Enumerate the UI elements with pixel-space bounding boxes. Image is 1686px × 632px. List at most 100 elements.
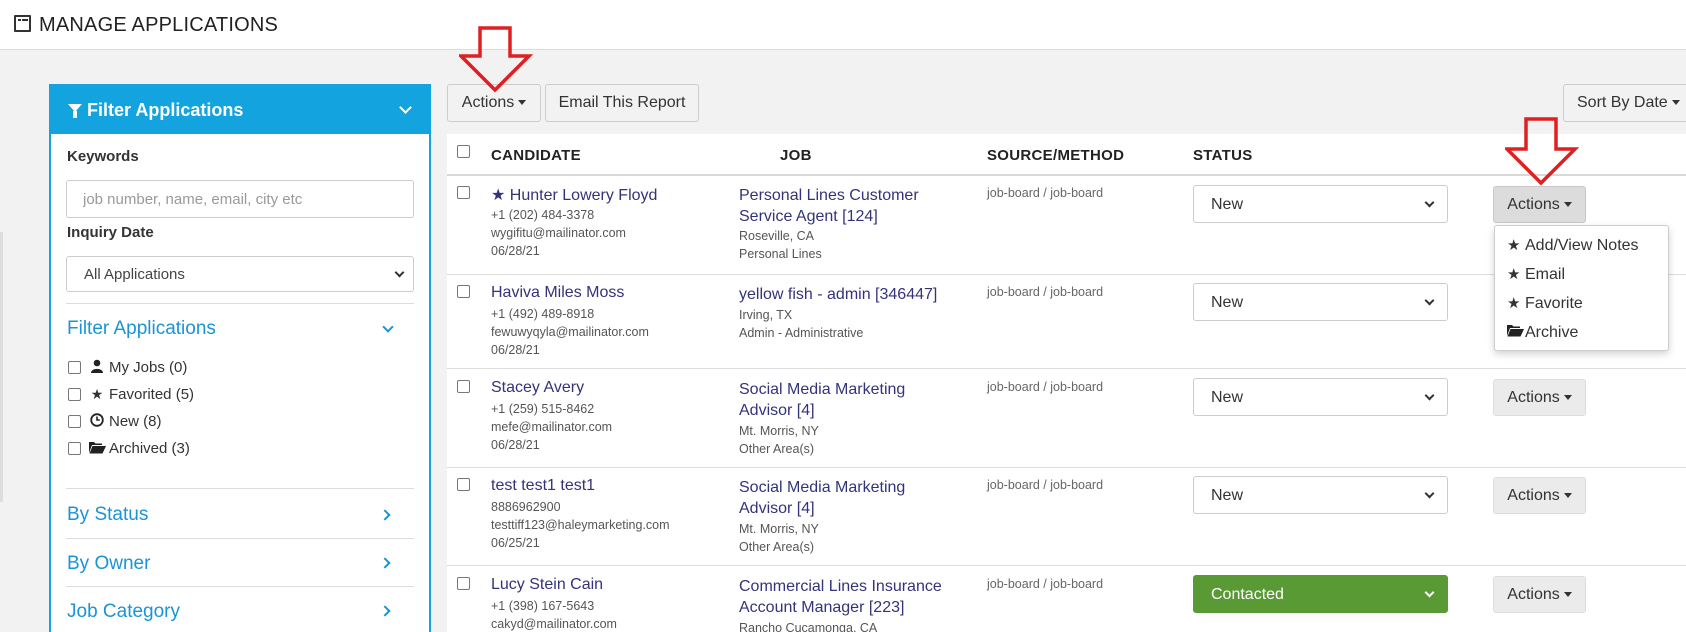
row-checkbox[interactable]	[457, 577, 470, 590]
email-report-button[interactable]: Email This Report	[545, 84, 699, 122]
chevron-down-icon	[1424, 295, 1435, 306]
menu-item-notes[interactable]: ★ Add/View Notes	[1507, 236, 1639, 255]
menu-item-label: Email	[1525, 266, 1566, 283]
status-value: New	[1211, 487, 1244, 504]
filter-sidebar: Filter Applications Keywords Inquiry Dat…	[49, 84, 431, 632]
job-category: Other Area(s)	[739, 540, 815, 554]
row-checkbox[interactable]	[457, 478, 470, 491]
row-checkbox[interactable]	[457, 186, 470, 199]
menu-item-favorite[interactable]: ★ Favorite	[1507, 294, 1583, 313]
job-link[interactable]: Commercial Lines Insurance Account Manag…	[739, 576, 969, 618]
my-jobs-checkbox[interactable]	[68, 360, 81, 374]
candidate-email: cakyd@mailinator.com	[491, 617, 617, 631]
application-date: 06/28/21	[491, 343, 540, 357]
row-actions-button[interactable]: Actions	[1493, 576, 1586, 613]
chevron-down-icon[interactable]	[382, 321, 394, 333]
row-actions-label: Actions	[1507, 586, 1560, 603]
menu-item-label: Archive	[1525, 324, 1579, 341]
column-header-job: JOB	[780, 147, 812, 164]
row-actions-label: Actions	[1507, 487, 1560, 504]
filter-new[interactable]: New (8)	[68, 411, 162, 431]
keywords-label: Keywords	[67, 148, 139, 165]
star-icon: ★	[1507, 266, 1521, 283]
filter-panel-title: Filter Applications	[87, 100, 244, 120]
candidate-name-link[interactable]: ★ Hunter Lowery Floyd	[491, 185, 657, 205]
job-category-section[interactable]: Job Category	[67, 601, 180, 623]
list-icon	[14, 15, 31, 32]
job-category: Other Area(s)	[739, 442, 815, 456]
column-header-candidate: CANDIDATE	[491, 147, 581, 164]
status-select[interactable]: New	[1193, 476, 1448, 514]
folder-open-icon	[89, 440, 106, 457]
status-value: Contacted	[1211, 586, 1284, 603]
by-status-section[interactable]: By Status	[67, 504, 148, 526]
job-location: Rancho Cucamonga, CA	[739, 621, 878, 632]
candidate-name-link[interactable]: Haviva Miles Moss	[491, 284, 624, 302]
filter-my-jobs[interactable]: My Jobs (0)	[68, 357, 187, 377]
chevron-right-icon[interactable]	[379, 605, 391, 617]
job-location: Mt. Morris, NY	[739, 522, 819, 536]
candidate-phone: 8886962900	[491, 500, 561, 514]
row-actions-button[interactable]: Actions	[1493, 379, 1586, 416]
row-checkbox[interactable]	[457, 380, 470, 393]
star-icon: ★	[1507, 295, 1521, 312]
filter-archived[interactable]: Archived (3)	[68, 438, 190, 458]
row-actions-menu: ★ Add/View Notes ★ Email ★ Favorite Archive	[1494, 225, 1669, 351]
chevron-down-icon	[1424, 488, 1435, 499]
candidate-name: Hunter Lowery Floyd	[509, 187, 658, 204]
job-link[interactable]: Social Media Marketing Advisor [4]	[739, 477, 929, 519]
job-category: Personal Lines	[739, 247, 822, 261]
row-actions-button[interactable]: Actions	[1493, 477, 1586, 514]
star-icon: ★	[90, 385, 104, 402]
job-link[interactable]: yellow fish - admin [346447]	[739, 284, 979, 305]
divider	[66, 538, 414, 539]
folder-open-icon	[1507, 323, 1525, 341]
archived-checkbox[interactable]	[68, 441, 81, 455]
source-method: job-board / job-board	[987, 577, 1104, 591]
candidate-name-link[interactable]: test test1 test1	[491, 477, 595, 495]
divider	[66, 586, 414, 587]
status-value: New	[1211, 389, 1244, 406]
row-actions-button[interactable]: Actions	[1493, 186, 1586, 223]
menu-item-archive[interactable]: Archive	[1507, 323, 1578, 342]
filter-panel-header[interactable]: Filter Applications	[51, 86, 429, 134]
candidate-phone: +1 (398) 167-5643	[491, 599, 595, 613]
chevron-right-icon[interactable]	[379, 509, 391, 521]
source-method: job-board / job-board	[987, 186, 1104, 200]
filter-favorited[interactable]: ★ Favorited (5)	[68, 384, 194, 404]
chevron-right-icon[interactable]	[379, 557, 391, 569]
sort-button[interactable]: Sort By Date	[1563, 84, 1686, 122]
candidate-name-link[interactable]: Stacey Avery	[491, 379, 584, 397]
status-select[interactable]: New	[1193, 283, 1448, 321]
source-method: job-board / job-board	[987, 380, 1104, 394]
favorited-checkbox[interactable]	[68, 387, 81, 401]
menu-item-label: Favorite	[1525, 295, 1583, 312]
chevron-down-icon	[1424, 390, 1435, 401]
row-divider	[447, 565, 1686, 566]
status-select[interactable]: New	[1193, 185, 1448, 223]
job-link[interactable]: Social Media Marketing Advisor [4]	[739, 379, 929, 421]
candidate-phone: +1 (202) 484-3378	[491, 208, 595, 222]
chevron-down-icon	[394, 267, 405, 278]
select-all-checkbox[interactable]	[457, 145, 470, 158]
job-location: Roseville, CA	[739, 229, 815, 243]
status-select[interactable]: Contacted	[1193, 575, 1448, 613]
new-checkbox[interactable]	[68, 414, 81, 428]
divider	[66, 303, 414, 304]
by-owner-section[interactable]: By Owner	[67, 553, 150, 575]
chevron-down-icon[interactable]	[399, 101, 412, 114]
row-checkbox[interactable]	[457, 285, 470, 298]
applications-table: CANDIDATE JOB SOURCE/METHOD STATUS ★ Hun…	[447, 134, 1686, 632]
menu-item-email[interactable]: ★ Email	[1507, 265, 1565, 284]
job-link[interactable]: Personal Lines Customer Service Agent [1…	[739, 185, 954, 227]
job-category: Admin - Administrative	[739, 326, 864, 340]
status-value: New	[1211, 196, 1244, 213]
keywords-input[interactable]	[66, 180, 414, 218]
source-method: job-board / job-board	[987, 285, 1104, 299]
filter-label: Favorited (5)	[109, 385, 195, 403]
caret-down-icon	[1563, 395, 1572, 401]
filter-section-title[interactable]: Filter Applications	[67, 318, 216, 340]
inquiry-date-select[interactable]: All Applications	[66, 256, 414, 292]
status-select[interactable]: New	[1193, 378, 1448, 416]
candidate-name-link[interactable]: Lucy Stein Cain	[491, 576, 603, 594]
